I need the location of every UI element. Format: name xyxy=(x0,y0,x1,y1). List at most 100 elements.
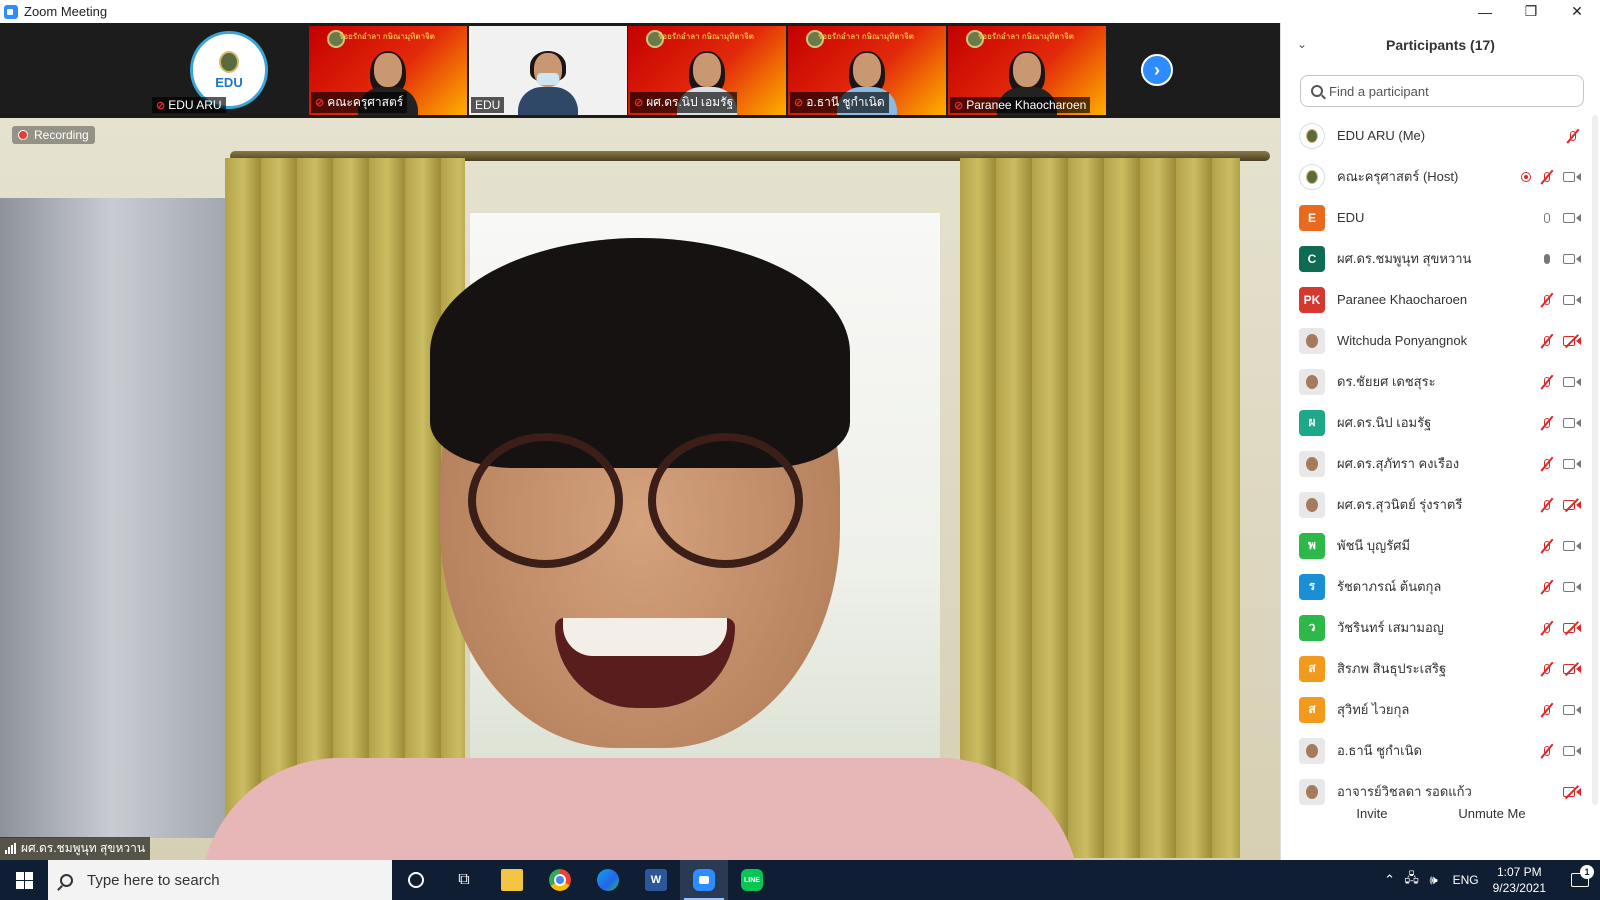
participants-scrollbar[interactable] xyxy=(1592,115,1598,805)
mic-icon[interactable] xyxy=(1539,210,1555,226)
start-button[interactable] xyxy=(0,860,48,900)
muted-mic-icon[interactable] xyxy=(1539,497,1555,513)
active-speaker-video[interactable]: Recording ผศ.ดร.ชมพูนุท สุขหวาน xyxy=(0,118,1280,860)
video-camera-icon[interactable] xyxy=(1563,417,1581,429)
speaker-name-tag: ผศ.ดร.ชมพูนุท สุขหวาน xyxy=(0,837,151,860)
taskbar-app-cortana[interactable] xyxy=(392,860,440,900)
video-camera-icon[interactable] xyxy=(1563,458,1581,470)
muted-mic-icon[interactable] xyxy=(1539,374,1555,390)
speaker-glasses-left xyxy=(468,433,623,568)
muted-mic-icon[interactable] xyxy=(1539,579,1555,595)
participant-name: EDU xyxy=(1337,210,1365,225)
recording-indicator[interactable]: Recording xyxy=(12,126,95,144)
show-hidden-icons-icon[interactable]: ⌃ xyxy=(1379,872,1401,888)
notification-center-button[interactable]: 1 xyxy=(1560,865,1600,887)
thumbnail-name-tag: ⊘ ผศ.ดร.นิป เอมรัฐ xyxy=(630,92,738,113)
participant-row[interactable]: EDU ARU (Me) xyxy=(1281,115,1600,156)
mic-icon[interactable] xyxy=(1539,251,1555,267)
input-language[interactable]: ENG xyxy=(1453,873,1479,887)
taskbar-app-word[interactable]: W xyxy=(632,860,680,900)
participant-row[interactable]: E EDU xyxy=(1281,197,1600,238)
taskbar-search[interactable]: Type here to search xyxy=(48,860,392,900)
participant-row[interactable]: ร รัชดาภรณ์ ต้นตกุล xyxy=(1281,566,1600,607)
muted-mic-icon[interactable] xyxy=(1539,702,1555,718)
participant-status-icons xyxy=(1539,661,1581,677)
taskbar-search-placeholder: Type here to search xyxy=(87,871,220,889)
muted-mic-icon[interactable] xyxy=(1539,620,1555,636)
muted-mic-icon[interactable] xyxy=(1539,292,1555,308)
video-thumbnail[interactable]: ร้อยรักอำลา กษิณามุทิตาจิต ⊘ คณะครุศาสตร์ xyxy=(309,26,467,115)
participant-name: อ.ธานี ชูกำเนิด xyxy=(1337,743,1422,758)
participant-row[interactable]: พ พัชนี บุญรัศมี xyxy=(1281,525,1600,566)
muted-mic-icon[interactable] xyxy=(1539,415,1555,431)
video-thumbnail[interactable]: EDU xyxy=(469,26,627,115)
participant-status-icons xyxy=(1521,169,1581,185)
minimize-button[interactable]: — xyxy=(1462,0,1508,23)
muted-mic-icon[interactable] xyxy=(1565,128,1581,144)
thumbnail-name: EDU xyxy=(475,98,501,112)
taskbar-app-chrome[interactable] xyxy=(536,860,584,900)
muted-mic-icon[interactable] xyxy=(1539,538,1555,554)
participant-avatar: E xyxy=(1299,204,1325,231)
participant-name: วัชรินทร์ เสมามอญ xyxy=(1337,620,1444,635)
participant-row[interactable]: Witchuda Ponyangnok xyxy=(1281,320,1600,361)
participant-status-icons xyxy=(1539,743,1581,759)
video-camera-icon[interactable] xyxy=(1563,540,1581,552)
participant-row[interactable]: ดร.ชัยยศ เดชสุระ xyxy=(1281,361,1600,402)
muted-mic-icon[interactable] xyxy=(1539,169,1555,185)
participants-footer: Invite Unmute Me xyxy=(1281,801,1600,826)
muted-mic-icon[interactable] xyxy=(1539,333,1555,349)
close-button[interactable]: ✕ xyxy=(1554,0,1600,23)
taskbar-clock[interactable]: 1:07 PM 9/23/2021 xyxy=(1493,864,1546,896)
taskbar-app-edge[interactable] xyxy=(584,860,632,900)
participant-status-icons xyxy=(1539,292,1581,308)
participant-row[interactable]: ส สุวิทย์ ไวยกุล xyxy=(1281,689,1600,730)
participant-row[interactable]: C ผศ.ดร.ชมพูนุท สุขหวาน xyxy=(1281,238,1600,279)
participant-row[interactable]: ผศ.ดร.สุวนิตย์ รุ่งราตรี xyxy=(1281,484,1600,525)
zoom-icon xyxy=(693,869,715,891)
collapse-panel-icon[interactable]: ⌄ xyxy=(1297,37,1307,51)
video-thumbnail[interactable]: EDU ⊘ EDU ARU xyxy=(150,26,308,115)
muted-mic-icon[interactable] xyxy=(1539,661,1555,677)
video-camera-icon[interactable] xyxy=(1563,253,1581,265)
video-thumbnail[interactable]: ร้อยรักอำลา กษิณามุทิตาจิต ⊘ ผศ.ดร.นิป เอม… xyxy=(628,26,786,115)
unmute-me-button[interactable]: Unmute Me xyxy=(1450,801,1534,826)
taskbar-app-file-explorer[interactable] xyxy=(488,860,536,900)
participant-row[interactable]: PK Paranee Khaocharoen xyxy=(1281,279,1600,320)
muted-mic-icon[interactable] xyxy=(1539,743,1555,759)
volume-icon[interactable]: 🕪 xyxy=(1423,872,1445,888)
video-off-icon[interactable] xyxy=(1563,622,1581,634)
video-camera-icon[interactable] xyxy=(1563,704,1581,716)
participant-status-icons xyxy=(1539,497,1581,513)
video-thumbnail[interactable]: ร้อยรักอำลา กษิณามุทิตาจิต ⊘ Paranee Khaoc… xyxy=(948,26,1106,115)
participant-search[interactable] xyxy=(1300,75,1584,107)
participant-row[interactable]: ผ ผศ.ดร.นิป เอมรัฐ xyxy=(1281,402,1600,443)
video-off-icon[interactable] xyxy=(1563,499,1581,511)
participant-row[interactable]: คณะครุศาสตร์ (Host) xyxy=(1281,156,1600,197)
taskbar-app-line[interactable]: LINE xyxy=(728,860,776,900)
video-thumbnail[interactable]: ร้อยรักอำลา กษิณามุทิตาจิต ⊘ อ.ธานี ชูกำเน… xyxy=(788,26,946,115)
restore-button[interactable]: ❐ xyxy=(1508,0,1554,23)
participant-row[interactable]: อ.ธานี ชูกำเนิด xyxy=(1281,730,1600,771)
video-camera-icon[interactable] xyxy=(1563,745,1581,757)
participant-avatar-logo-icon xyxy=(1299,163,1325,190)
invite-button[interactable]: Invite xyxy=(1348,801,1396,826)
participant-row[interactable]: ว วัชรินทร์ เสมามอญ xyxy=(1281,607,1600,648)
video-camera-icon[interactable] xyxy=(1563,294,1581,306)
participant-row[interactable]: ผศ.ดร.สุภัทรา คงเรือง xyxy=(1281,443,1600,484)
video-off-icon[interactable] xyxy=(1563,786,1581,798)
video-off-icon[interactable] xyxy=(1563,335,1581,347)
video-camera-icon[interactable] xyxy=(1563,581,1581,593)
video-camera-icon[interactable] xyxy=(1563,171,1581,183)
video-off-icon[interactable] xyxy=(1563,663,1581,675)
network-icon[interactable]: 🖧 xyxy=(1401,869,1423,891)
video-camera-icon[interactable] xyxy=(1563,212,1581,224)
taskbar-app-zoom[interactable] xyxy=(680,860,728,900)
next-page-arrow-button[interactable]: › xyxy=(1141,54,1173,86)
taskbar-app-task-view[interactable]: ⧉ xyxy=(440,860,488,900)
video-camera-icon[interactable] xyxy=(1563,376,1581,388)
participant-row[interactable]: ส สิรภพ สินธุประเสริฐ xyxy=(1281,648,1600,689)
muted-mic-icon[interactable] xyxy=(1539,456,1555,472)
participant-search-input[interactable] xyxy=(1329,83,1569,99)
thumbnail-banner-text: ร้อยรักอำลา กษิณามุทิตาจิต xyxy=(339,32,435,41)
